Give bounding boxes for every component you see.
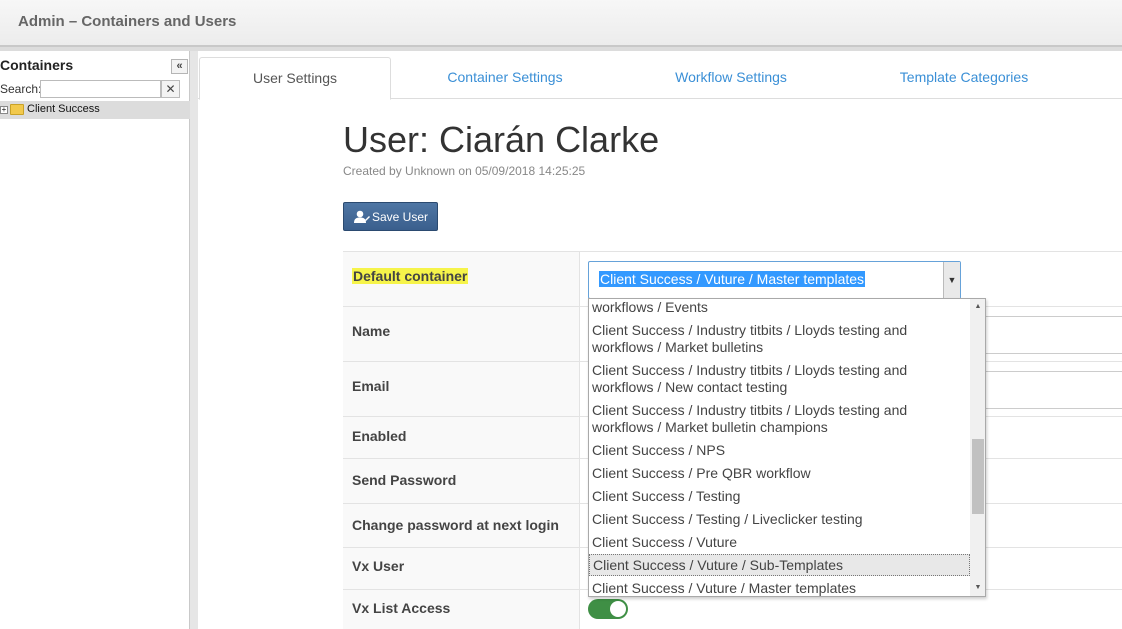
dropdown-option-line: Client Success / NPS: [592, 442, 726, 458]
user-edit-icon: [354, 210, 370, 223]
tab-template-categories[interactable]: Template Categories: [864, 57, 1064, 99]
row-label-email: Email: [343, 362, 580, 416]
dropdown-option[interactable]: workflows / Events: [589, 299, 970, 316]
dropdown-option[interactable]: Client Success / Testing: [589, 488, 970, 505]
tab-workflow-settings[interactable]: Workflow Settings: [636, 57, 826, 99]
save-user-label: Save User: [372, 210, 429, 224]
dropdown-option-hovered[interactable]: Client Success / Vuture / Sub-Templates: [589, 554, 970, 576]
default-container-label: Default container: [352, 268, 469, 284]
dropdown-option[interactable]: Client Success / Vuture / Master templat…: [589, 580, 970, 596]
row-label-enabled: Enabled: [343, 417, 580, 458]
dropdown-option[interactable]: Client Success / Testing / Liveclicker t…: [589, 511, 970, 528]
dropdown-option[interactable]: Client Success / Industry titbits / Lloy…: [589, 402, 970, 436]
tab-user-settings[interactable]: User Settings: [199, 57, 391, 100]
dropdown-option[interactable]: Client Success / Industry titbits / Lloy…: [589, 362, 970, 396]
dropdown-option[interactable]: Client Success / Industry titbits / Lloy…: [589, 322, 970, 356]
default-container-select[interactable]: Client Success / Vuture / Master templat…: [588, 261, 961, 299]
tree-item-client-success[interactable]: + Client Success: [0, 101, 190, 119]
containers-panel: Containers « Search: ✕ + Client Success: [0, 51, 190, 629]
toggle-knob: [610, 601, 626, 617]
row-label-change-password: Change password at next login: [343, 504, 580, 547]
name-label: Name: [352, 323, 391, 339]
expand-icon[interactable]: +: [0, 106, 8, 114]
settings-tabs: User Settings Container Settings Workflo…: [198, 51, 1122, 100]
container-search: Search: ✕: [0, 80, 190, 98]
app-header: Admin – Containers and Users: [0, 0, 1122, 47]
dropdown-option-line: Client Success / Industry titbits / Lloy…: [592, 362, 908, 378]
row-label-send-password: Send Password: [343, 459, 580, 503]
clear-search-button[interactable]: ✕: [161, 80, 180, 98]
tree-item-label: Client Success: [27, 103, 100, 115]
scroll-up-icon[interactable]: ▲: [970, 299, 985, 315]
dropdown-option[interactable]: Client Success / NPS: [589, 442, 970, 459]
dropdown-option[interactable]: Client Success / Pre QBR workflow: [589, 465, 970, 482]
dropdown-option-line: workflows / Market bulletins: [592, 339, 764, 355]
containers-panel-title: Containers: [0, 57, 74, 73]
tab-container-settings[interactable]: Container Settings: [410, 57, 600, 99]
search-label: Search:: [0, 82, 42, 96]
dropdown-option-line: workflows / Market bulletin champions: [592, 419, 828, 435]
dropdown-option-line: Client Success / Vuture / Sub-Templates: [593, 557, 844, 573]
folder-icon: [10, 104, 24, 115]
dropdown-scrollbar[interactable]: ▲ ▼: [970, 299, 985, 596]
dropdown-option-line: Client Success / Testing: [592, 488, 741, 504]
dropdown-option-line: Client Success / Industry titbits / Lloy…: [592, 322, 908, 338]
vx-list-access-label: Vx List Access: [352, 600, 451, 616]
email-label: Email: [352, 378, 390, 394]
row-label-name: Name: [343, 307, 580, 361]
dropdown-option-line: workflows / New contact testing: [592, 379, 788, 395]
default-container-value: Client Success / Vuture / Master templat…: [599, 271, 866, 287]
collapse-panel-button[interactable]: «: [171, 59, 188, 74]
panel-splitter[interactable]: [190, 51, 198, 629]
dropdown-option-line: Client Success / Vuture: [592, 534, 737, 550]
save-user-button[interactable]: Save User: [343, 202, 438, 231]
scroll-down-icon[interactable]: ▼: [970, 580, 985, 596]
dropdown-option-line: Client Success / Vuture / Master templat…: [592, 580, 857, 596]
containers-panel-header: Containers «: [0, 55, 190, 77]
vx-list-access-toggle[interactable]: [588, 599, 628, 619]
default-container-dropdown: workflows / Events Client Success / Indu…: [588, 298, 986, 597]
dropdown-option[interactable]: Client Success / Vuture: [589, 534, 970, 551]
chevron-down-icon[interactable]: ▼: [943, 262, 960, 298]
vx-user-label: Vx User: [352, 558, 405, 574]
created-info: Created by Unknown on 05/09/2018 14:25:2…: [343, 164, 586, 178]
app-title: Admin – Containers and Users: [18, 13, 237, 30]
row-label-default-container: Default container: [343, 252, 580, 306]
dropdown-option-line: Client Success / Industry titbits / Lloy…: [592, 402, 908, 418]
enabled-label: Enabled: [352, 428, 407, 444]
page-title: User: Ciarán Clarke: [343, 119, 660, 160]
search-input[interactable]: [40, 80, 161, 98]
row-label-vx-list-access: Vx List Access: [343, 590, 580, 629]
dropdown-option-line: Client Success / Pre QBR workflow: [592, 465, 811, 481]
change-password-label: Change password at next login: [352, 517, 559, 533]
send-password-label: Send Password: [352, 472, 457, 488]
row-label-vx-user: Vx User: [343, 548, 580, 589]
dropdown-option-line: Client Success / Testing / Liveclicker t…: [592, 511, 863, 527]
dropdown-option-line: workflows / Events: [592, 299, 708, 315]
scrollbar-thumb[interactable]: [972, 439, 984, 514]
